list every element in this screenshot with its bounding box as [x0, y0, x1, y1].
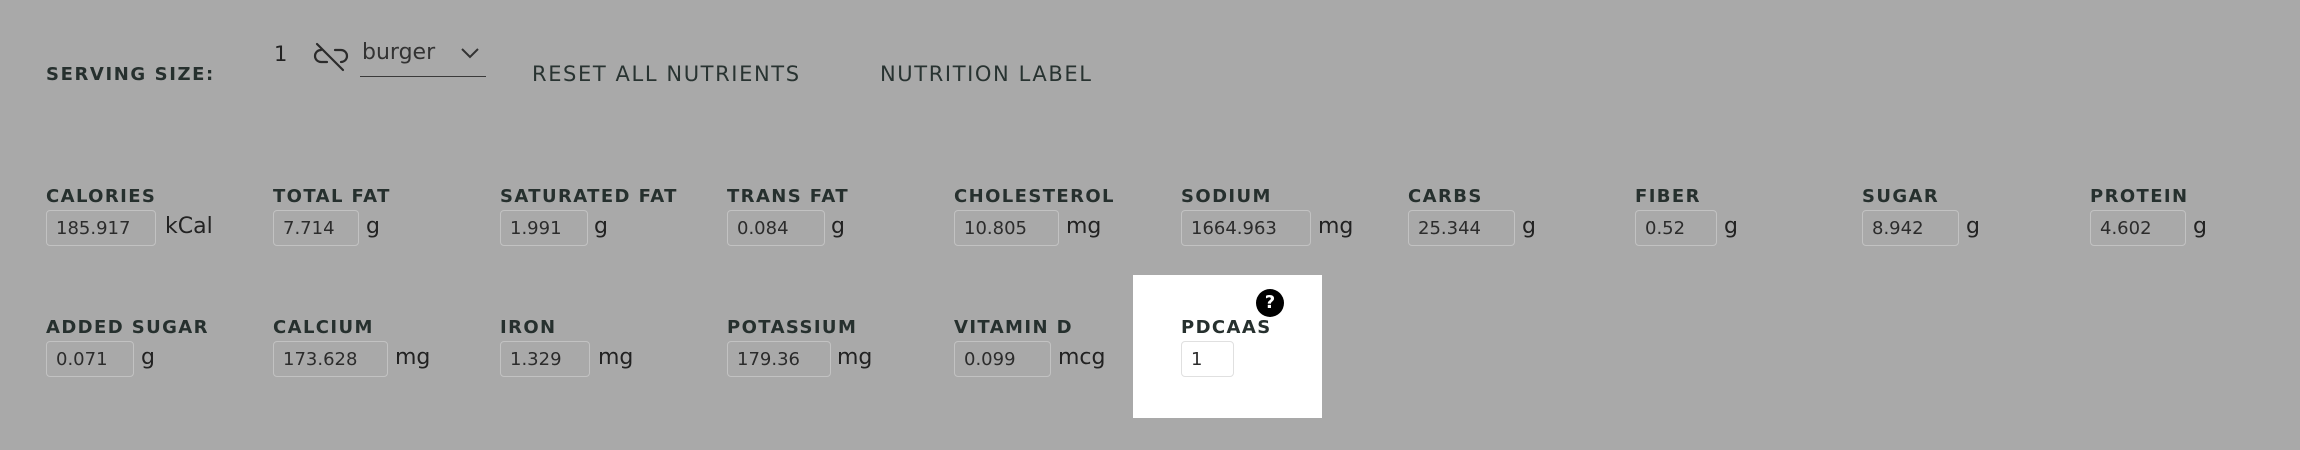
iron-unit: mg: [598, 345, 634, 370]
nutrition-label-button[interactable]: NUTRITION LABEL: [880, 62, 1093, 86]
serving-unit-value: burger: [362, 40, 436, 65]
calcium-unit: mg: [395, 345, 431, 370]
carbs-input[interactable]: [1408, 210, 1515, 246]
saturated-fat-input[interactable]: [500, 210, 588, 246]
vitamin-d-label: VITAMIN D: [954, 317, 1073, 338]
iron-label: IRON: [500, 317, 557, 338]
fiber-unit: g: [1724, 214, 1738, 239]
cholesterol-label: CHOLESTEROL: [954, 186, 1115, 207]
total-fat-unit: g: [366, 214, 380, 239]
saturated-fat-unit: g: [594, 214, 608, 239]
total-fat-input[interactable]: [273, 210, 359, 246]
potassium-input[interactable]: [727, 341, 831, 377]
potassium-label: POTASSIUM: [727, 317, 858, 338]
calories-unit: kCal: [165, 214, 213, 239]
added-sugar-unit: g: [141, 345, 155, 370]
trans-fat-input[interactable]: [727, 210, 825, 246]
cholesterol-input[interactable]: [954, 210, 1059, 246]
serving-quantity[interactable]: 1: [274, 42, 287, 66]
protein-label: PROTEIN: [2090, 186, 2189, 207]
fiber-label: FIBER: [1635, 186, 1701, 207]
sodium-unit: mg: [1318, 214, 1354, 239]
sugar-unit: g: [1966, 214, 1980, 239]
calcium-label: CALCIUM: [273, 317, 374, 338]
chevron-down-icon: [461, 48, 479, 59]
total-fat-label: TOTAL FAT: [273, 186, 391, 207]
unlink-icon[interactable]: [313, 40, 349, 72]
calories-input[interactable]: [46, 210, 156, 246]
protein-unit: g: [2193, 214, 2207, 239]
vitamin-d-unit: mcg: [1058, 345, 1106, 370]
added-sugar-label: ADDED SUGAR: [46, 317, 209, 338]
sugar-input[interactable]: [1862, 210, 1959, 246]
protein-input[interactable]: [2090, 210, 2186, 246]
pdcaas-input[interactable]: [1181, 341, 1234, 377]
pdcaas-label: PDCAAS: [1181, 317, 1272, 338]
reset-all-nutrients-button[interactable]: RESET ALL NUTRIENTS: [532, 62, 801, 86]
serving-size-label: SERVING SIZE:: [46, 64, 215, 85]
serving-unit-select[interactable]: burger: [360, 38, 486, 77]
sodium-input[interactable]: [1181, 210, 1311, 246]
cholesterol-unit: mg: [1066, 214, 1102, 239]
vitamin-d-input[interactable]: [954, 341, 1051, 377]
iron-input[interactable]: [500, 341, 590, 377]
trans-fat-label: TRANS FAT: [727, 186, 850, 207]
carbs-label: CARBS: [1408, 186, 1483, 207]
added-sugar-input[interactable]: [46, 341, 134, 377]
sodium-label: SODIUM: [1181, 186, 1272, 207]
potassium-unit: mg: [837, 345, 873, 370]
calcium-input[interactable]: [273, 341, 388, 377]
fiber-input[interactable]: [1635, 210, 1717, 246]
carbs-unit: g: [1522, 214, 1536, 239]
trans-fat-unit: g: [831, 214, 845, 239]
saturated-fat-label: SATURATED FAT: [500, 186, 678, 207]
sugar-label: SUGAR: [1862, 186, 1940, 207]
calories-label: CALORIES: [46, 186, 157, 207]
help-icon[interactable]: ?: [1256, 289, 1284, 317]
